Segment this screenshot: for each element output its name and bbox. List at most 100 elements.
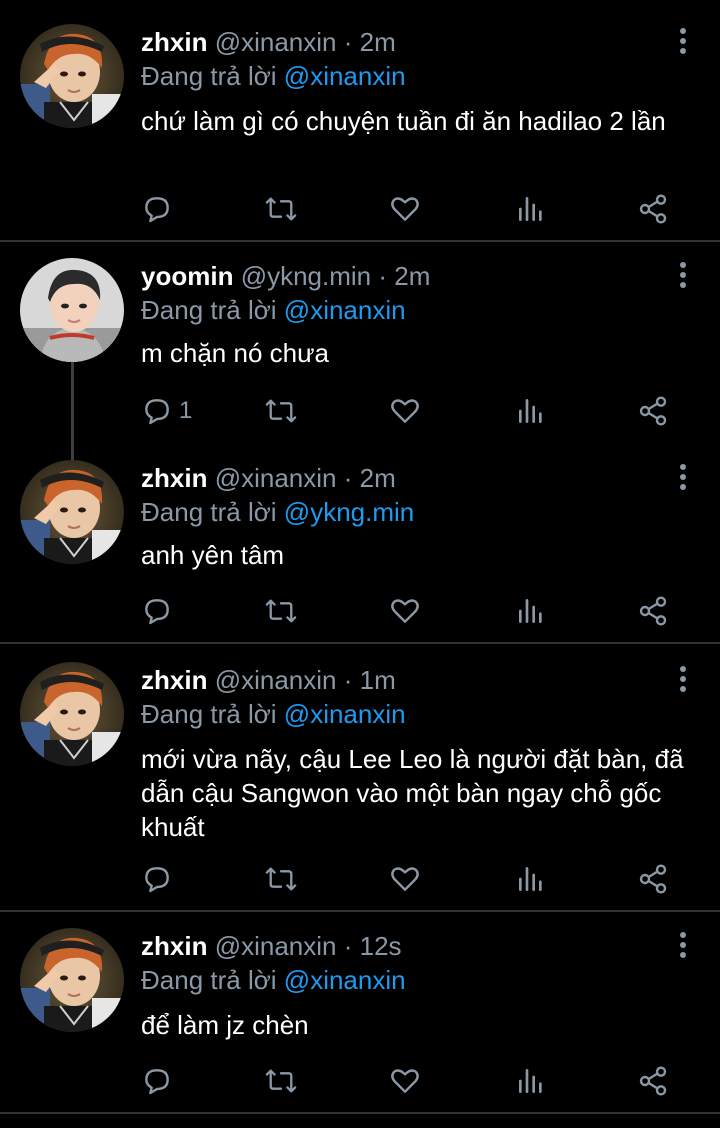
- views-icon: [519, 867, 542, 891]
- mention-link[interactable]: @xinanxin: [284, 61, 406, 91]
- reply-icon: [145, 197, 169, 223]
- retweet-button[interactable]: [263, 594, 299, 628]
- handle[interactable]: @xinanxin: [215, 665, 337, 695]
- retweet-icon: [265, 399, 297, 423]
- views-button[interactable]: [515, 1064, 547, 1098]
- more-icon[interactable]: [678, 28, 688, 58]
- share-button[interactable]: [637, 1064, 669, 1098]
- action-bar: [141, 594, 681, 628]
- tweet-1[interactable]: zhxin @xinanxin · 2m Đang trả lời @xinan…: [0, 0, 720, 240]
- tweet-text: m chặn nó chưa: [141, 338, 329, 368]
- divider: [0, 1112, 720, 1114]
- replying-to-label: Đang trả lời: [141, 295, 277, 325]
- tweet-header: zhxin @xinanxin · 12s: [141, 930, 402, 962]
- mention-link[interactable]: @xinanxin: [284, 295, 406, 325]
- share-button[interactable]: [637, 862, 669, 896]
- share-icon: [639, 1066, 667, 1096]
- share-button[interactable]: [637, 394, 669, 428]
- tweet-header: zhxin @xinanxin · 1m: [141, 664, 396, 696]
- avatar[interactable]: [20, 460, 124, 564]
- action-bar: [141, 862, 681, 896]
- mention-link[interactable]: @xinanxin: [284, 965, 406, 995]
- reply-button[interactable]: [141, 192, 179, 226]
- replying-to: Đang trả lời @xinanxin: [141, 698, 406, 730]
- mention-link[interactable]: @xinanxin: [284, 699, 406, 729]
- like-button[interactable]: [389, 594, 421, 628]
- display-name[interactable]: zhxin: [141, 665, 207, 695]
- like-icon: [391, 867, 419, 891]
- views-button[interactable]: [515, 394, 547, 428]
- replying-to-label: Đang trả lời: [141, 965, 277, 995]
- like-button[interactable]: [389, 192, 421, 226]
- timestamp[interactable]: 2m: [360, 27, 396, 57]
- reply-icon: [145, 867, 169, 893]
- avatar[interactable]: [20, 258, 124, 362]
- display-name[interactable]: zhxin: [141, 931, 207, 961]
- more-icon[interactable]: [678, 666, 688, 696]
- views-icon: [519, 399, 542, 423]
- views-icon: [519, 197, 542, 221]
- more-icon[interactable]: [678, 262, 688, 292]
- like-icon: [391, 1069, 419, 1093]
- reply-icon: [145, 399, 169, 425]
- handle[interactable]: @xinanxin: [215, 463, 337, 493]
- share-icon: [639, 194, 667, 224]
- reply-button[interactable]: 1: [141, 394, 192, 428]
- views-button[interactable]: [515, 594, 547, 628]
- timestamp[interactable]: 2m: [394, 261, 430, 291]
- handle[interactable]: @xinanxin: [215, 27, 337, 57]
- share-icon: [639, 596, 667, 626]
- mention-link[interactable]: @ykng.min: [284, 497, 414, 527]
- retweet-icon: [265, 1069, 297, 1093]
- more-icon[interactable]: [678, 932, 688, 962]
- replying-to: Đang trả lời @xinanxin: [141, 294, 406, 326]
- replying-to-label: Đang trả lời: [141, 61, 277, 91]
- timestamp[interactable]: 1m: [360, 665, 396, 695]
- avatar[interactable]: [20, 928, 124, 1032]
- retweet-icon: [265, 197, 297, 221]
- action-bar: [141, 192, 681, 226]
- views-icon: [519, 599, 542, 623]
- display-name[interactable]: yoomin: [141, 261, 233, 291]
- tweet-text: chứ làm gì có chuyện tuần đi ăn hadilao …: [141, 106, 666, 136]
- views-button[interactable]: [515, 192, 547, 226]
- like-button[interactable]: [389, 1064, 421, 1098]
- views-icon: [519, 1069, 542, 1093]
- tweet-header: zhxin @xinanxin · 2m: [141, 462, 396, 494]
- avatar[interactable]: [20, 24, 124, 128]
- replying-to: Đang trả lời @xinanxin: [141, 60, 406, 92]
- separator: ·: [343, 27, 353, 57]
- replying-to-label: Đang trả lời: [141, 699, 277, 729]
- retweet-icon: [265, 599, 297, 623]
- handle[interactable]: @xinanxin: [215, 931, 337, 961]
- separator: ·: [343, 931, 353, 961]
- action-bar: 1: [141, 394, 681, 428]
- timestamp[interactable]: 12s: [360, 931, 402, 961]
- timestamp[interactable]: 2m: [360, 463, 396, 493]
- reply-button[interactable]: [141, 862, 179, 896]
- tweet-5[interactable]: zhxin @xinanxin · 12s Đang trả lời @xina…: [0, 912, 720, 1112]
- tweet-2[interactable]: yoomin @ykng.min · 2m Đang trả lời @xina…: [0, 242, 720, 440]
- more-icon[interactable]: [678, 464, 688, 494]
- retweet-button[interactable]: [263, 862, 299, 896]
- share-icon: [639, 396, 667, 426]
- share-button[interactable]: [637, 192, 669, 226]
- tweet-text: để làm jz chèn: [141, 1010, 309, 1040]
- avatar[interactable]: [20, 662, 124, 766]
- handle[interactable]: @ykng.min: [241, 261, 371, 291]
- reply-button[interactable]: [141, 594, 179, 628]
- retweet-button[interactable]: [263, 192, 299, 226]
- display-name[interactable]: zhxin: [141, 463, 207, 493]
- display-name[interactable]: zhxin: [141, 27, 207, 57]
- like-icon: [391, 399, 419, 423]
- share-button[interactable]: [637, 594, 669, 628]
- like-button[interactable]: [389, 862, 421, 896]
- tweet-4[interactable]: zhxin @xinanxin · 1m Đang trả lời @xinan…: [0, 644, 720, 910]
- retweet-icon: [265, 867, 297, 891]
- like-button[interactable]: [389, 394, 421, 428]
- retweet-button[interactable]: [263, 394, 299, 428]
- tweet-3[interactable]: zhxin @xinanxin · 2m Đang trả lời @ykng.…: [0, 442, 720, 642]
- views-button[interactable]: [515, 862, 547, 896]
- retweet-button[interactable]: [263, 1064, 299, 1098]
- reply-button[interactable]: [141, 1064, 179, 1098]
